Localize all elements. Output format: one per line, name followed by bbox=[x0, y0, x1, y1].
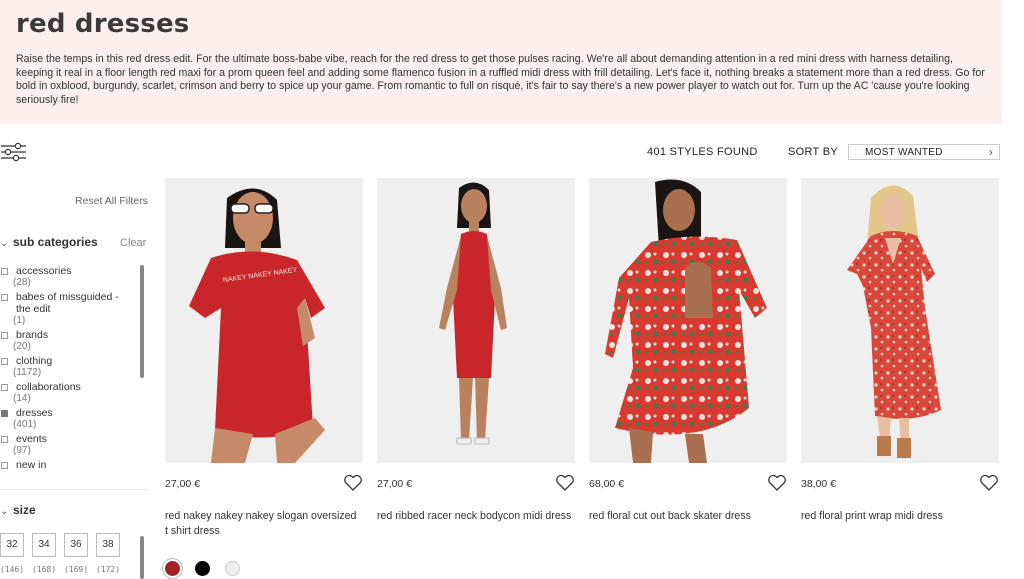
divider bbox=[0, 489, 148, 490]
product-price: 68,00 € bbox=[589, 478, 625, 490]
product-image[interactable] bbox=[589, 178, 787, 463]
subcategory-scrollbar[interactable] bbox=[140, 265, 144, 378]
checkbox[interactable] bbox=[1, 358, 8, 365]
facet-count: (97) bbox=[13, 445, 31, 456]
size-option-36[interactable]: 36 bbox=[64, 533, 88, 557]
facet-count: (168) bbox=[31, 565, 57, 574]
heart-icon[interactable] bbox=[555, 474, 575, 492]
category-description: Raise the temps in this red dress edit. … bbox=[16, 53, 985, 106]
color-swatch-black[interactable] bbox=[195, 561, 210, 576]
product-name[interactable]: red nakey nakey nakey slogan oversized t… bbox=[165, 509, 361, 539]
facet-count: (28) bbox=[13, 277, 31, 288]
results-count: 401 STYLES FOUND bbox=[647, 146, 758, 158]
checkbox[interactable] bbox=[1, 384, 8, 391]
size-header[interactable]: ⌄ size bbox=[0, 503, 36, 517]
facet-count: (401) bbox=[13, 419, 37, 430]
size-option-34[interactable]: 34 bbox=[32, 533, 56, 557]
subcategory-babes-of-missguided[interactable]: babes of missguided - the edit (1) bbox=[0, 291, 140, 329]
checkbox[interactable] bbox=[1, 332, 8, 339]
heart-icon[interactable] bbox=[767, 474, 787, 492]
checkbox[interactable] bbox=[1, 294, 8, 301]
sliders-icon[interactable] bbox=[0, 140, 28, 164]
product-card: 68,00 € red floral cut out back skater d… bbox=[589, 178, 787, 522]
sort-label: SORT BY bbox=[788, 146, 838, 158]
size-scrollbar[interactable] bbox=[140, 536, 144, 579]
product-card: NAKEY NAKEY NAKEY 27,00 € red nakey nake… bbox=[165, 178, 363, 537]
product-name[interactable]: red floral print wrap midi dress bbox=[801, 509, 997, 524]
subcategory-clothing[interactable]: clothing (1172) bbox=[0, 355, 140, 381]
subcategory-new-in[interactable]: new in bbox=[0, 459, 140, 485]
chevron-right-icon: › bbox=[988, 145, 993, 159]
sub-categories-title: sub categories bbox=[13, 235, 98, 249]
color-swatch-white[interactable] bbox=[225, 561, 240, 576]
product-card: 38,00 € red floral print wrap midi dress bbox=[801, 178, 999, 522]
subcategory-events[interactable]: events (97) bbox=[0, 433, 140, 459]
product-price: 38,00 € bbox=[801, 478, 837, 490]
product-price: 27,00 € bbox=[377, 478, 413, 490]
color-swatch-red[interactable] bbox=[165, 561, 180, 576]
size-option-38[interactable]: 38 bbox=[96, 533, 120, 557]
facet-count: (20) bbox=[13, 341, 31, 352]
product-card: 27,00 € red ribbed racer neck bodycon mi… bbox=[377, 178, 575, 522]
size-title: size bbox=[13, 503, 36, 517]
subcategory-dresses[interactable]: dresses (401) bbox=[0, 407, 140, 433]
chevron-down-icon: ⌄ bbox=[0, 238, 9, 249]
sub-categories-header[interactable]: ⌄ sub categories bbox=[0, 235, 98, 249]
product-image[interactable] bbox=[801, 178, 999, 463]
heart-icon[interactable] bbox=[343, 474, 363, 492]
checkbox[interactable] bbox=[1, 268, 8, 275]
heart-icon[interactable] bbox=[979, 474, 999, 492]
category-banner: red dresses Raise the temps in this red … bbox=[0, 0, 1002, 124]
sort-dropdown[interactable]: MOST WANTED › bbox=[848, 144, 1000, 160]
clear-subcategories-link[interactable]: Clear bbox=[120, 237, 146, 249]
facet-count: (146) bbox=[0, 565, 25, 574]
sub-category-list: accessories (28) babes of missguided - th… bbox=[0, 265, 140, 485]
reset-filters-link[interactable]: Reset All Filters bbox=[75, 195, 148, 207]
product-image[interactable]: NAKEY NAKEY NAKEY bbox=[165, 178, 363, 463]
page-title: red dresses bbox=[16, 9, 190, 39]
subcategory-collaborations[interactable]: collaborations (14) bbox=[0, 381, 140, 407]
chevron-down-icon: ⌄ bbox=[0, 506, 9, 517]
facet-count: (169) bbox=[63, 565, 89, 574]
checkbox-checked[interactable] bbox=[1, 410, 8, 417]
product-name[interactable]: red ribbed racer neck bodycon midi dress bbox=[377, 509, 573, 524]
facet-count: (1) bbox=[13, 315, 26, 326]
sort-value: MOST WANTED bbox=[865, 147, 943, 158]
checkbox[interactable] bbox=[1, 462, 8, 469]
size-option-32[interactable]: 32 bbox=[0, 533, 24, 557]
subcategory-accessories[interactable]: accessories (28) bbox=[0, 265, 140, 291]
facet-count: (14) bbox=[13, 393, 31, 404]
facet-count: (1172) bbox=[13, 367, 42, 378]
subcategory-brands[interactable]: brands (20) bbox=[0, 329, 140, 355]
product-price: 27,00 € bbox=[165, 478, 201, 490]
product-image[interactable] bbox=[377, 178, 575, 463]
facet-count: (172) bbox=[95, 565, 121, 574]
product-name[interactable]: red floral cut out back skater dress bbox=[589, 509, 785, 524]
checkbox[interactable] bbox=[1, 436, 8, 443]
